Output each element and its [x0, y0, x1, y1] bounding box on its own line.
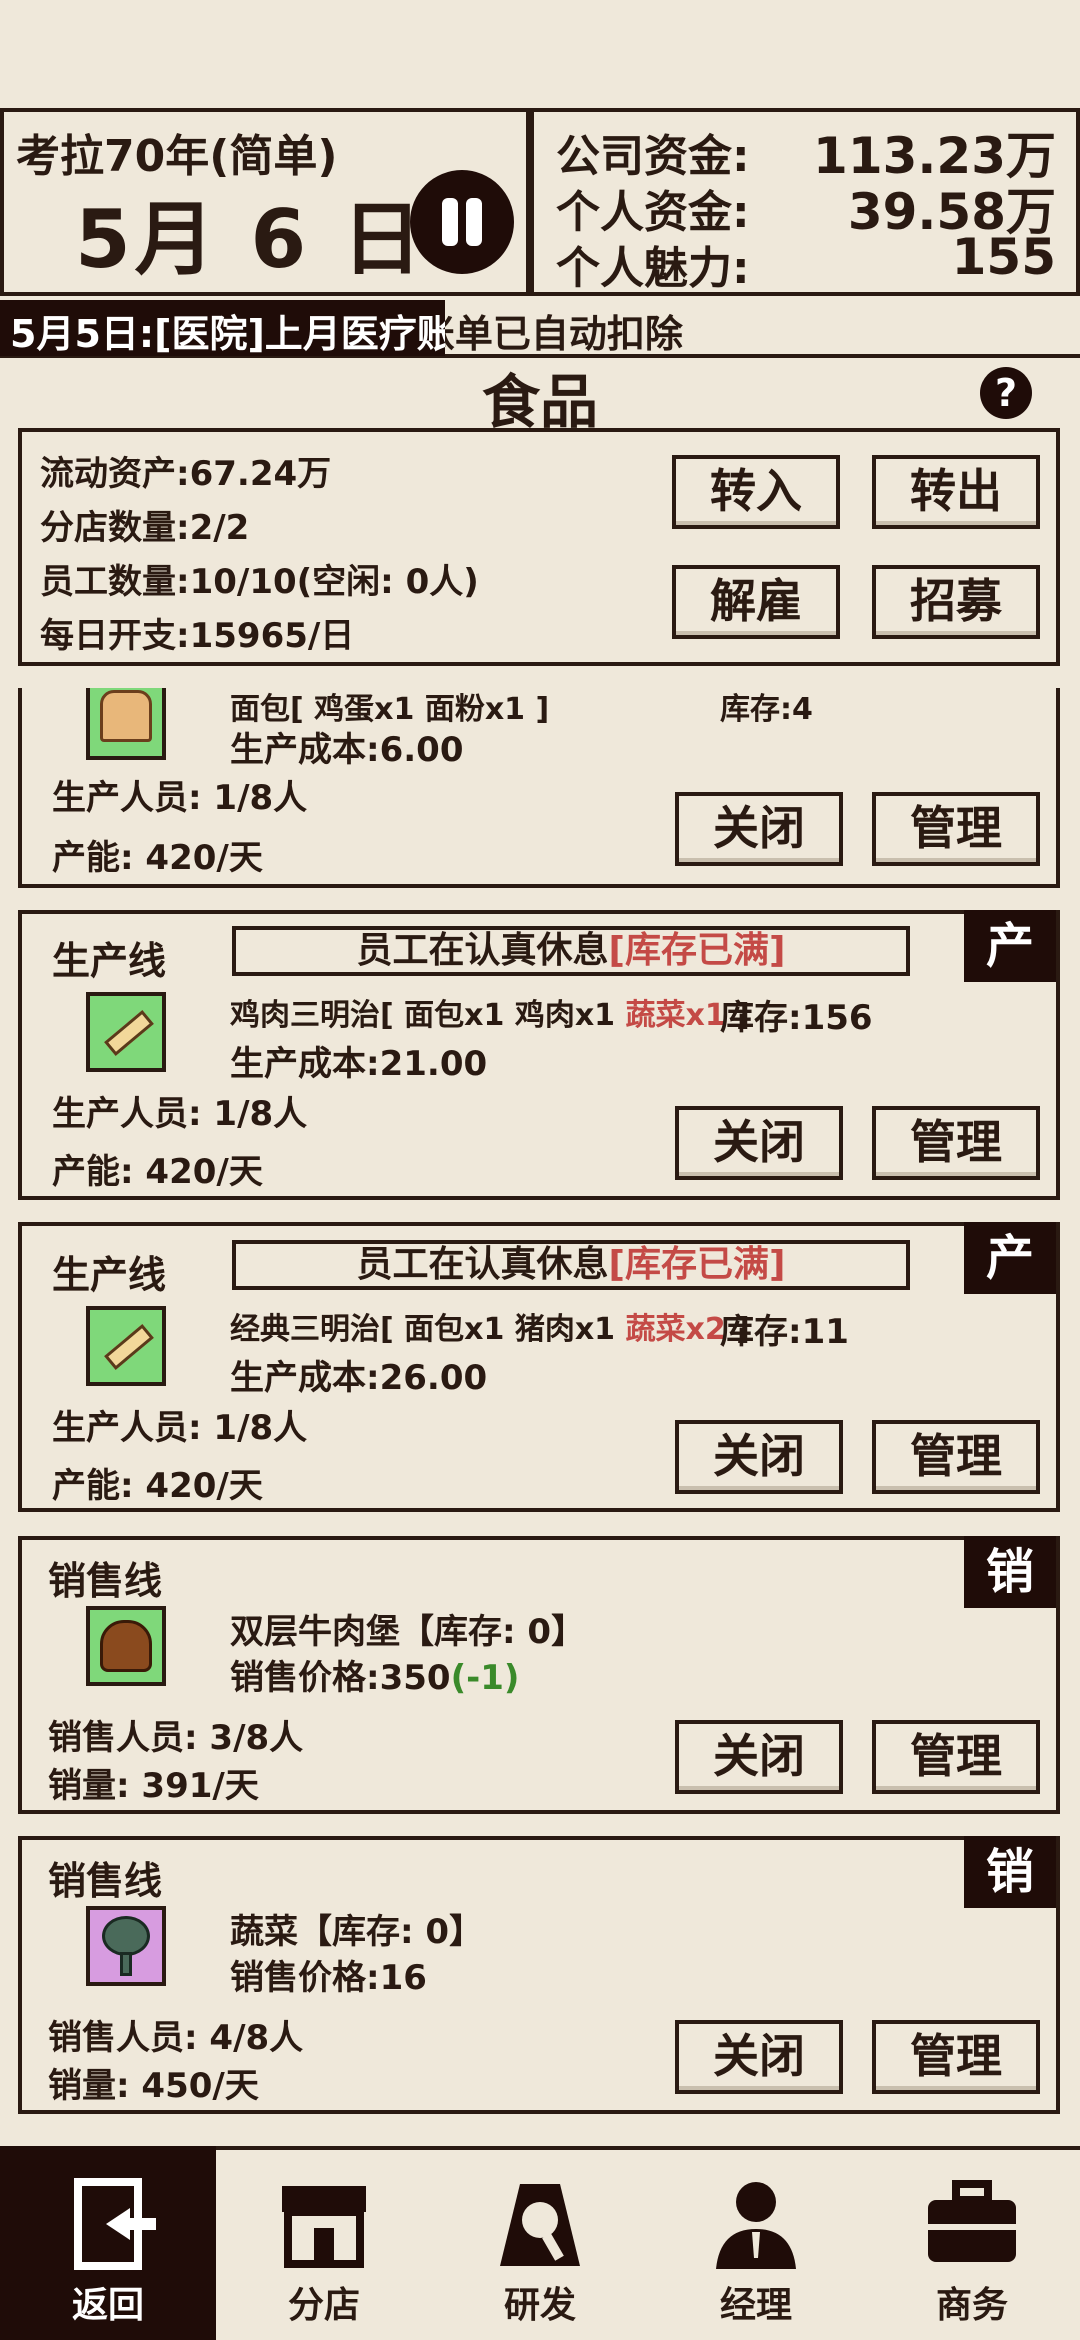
production-staff: 生产人员: 1/8人	[52, 1094, 308, 1134]
manage-button[interactable]: 管理	[872, 2020, 1040, 2094]
production-staff: 生产人员: 1/8人	[52, 778, 308, 818]
sales-volume: 销量: 391/天	[48, 1766, 259, 1806]
production-capacity: 产能: 420/天	[52, 1466, 263, 1506]
pause-icon	[442, 198, 458, 246]
line-status: 员工在认真休息[库存已满]	[232, 926, 910, 976]
recruit-button[interactable]: 招募	[872, 565, 1040, 639]
sales-volume: 销量: 450/天	[48, 2066, 259, 2106]
sale-price: 销售价格:350(-1)	[230, 1658, 520, 1698]
company-funds-label: 公司资金:	[556, 131, 750, 182]
nav-research[interactable]: 研发	[432, 2146, 648, 2340]
bread-icon	[86, 688, 166, 760]
card-title: 销售线	[48, 1559, 163, 1603]
close-button[interactable]: 关闭	[675, 1420, 843, 1494]
nav-back[interactable]: 返回	[0, 2146, 216, 2340]
close-button[interactable]: 关闭	[675, 1720, 843, 1794]
card-title: 销售线	[48, 1859, 163, 1903]
nav-label: 分店	[287, 2285, 360, 2326]
production-capacity: 产能: 420/天	[52, 838, 263, 878]
nav-label: 返回	[71, 2285, 144, 2326]
nav-manager[interactable]: 经理	[648, 2146, 864, 2340]
sales-staff: 销售人员: 3/8人	[48, 1718, 304, 1758]
page-title: 食品	[481, 368, 598, 436]
sales-staff: 销售人员: 4/8人	[48, 2018, 304, 2058]
news-text-overlay: 5月5日:[医院]上月医疗账单已自动扣除	[10, 312, 445, 356]
sandwich-icon	[86, 1306, 166, 1386]
manage-button[interactable]: 管理	[872, 1420, 1040, 1494]
production-tag: 产	[964, 910, 1056, 982]
employee-count: 员工数量:10/10(空闲: 0人)	[40, 562, 479, 602]
nav-branch[interactable]: 分店	[216, 2146, 432, 2340]
recipe-text: 经典三明治[ 面包x1 猪肉x1 蔬菜x2 ]	[230, 1312, 750, 1347]
card-title: 生产线	[52, 939, 167, 983]
pause-button[interactable]	[410, 170, 514, 274]
fire-button[interactable]: 解雇	[672, 565, 840, 639]
help-icon[interactable]: ?	[980, 367, 1032, 419]
research-magnifier-icon	[500, 2184, 580, 2266]
close-button[interactable]: 关闭	[675, 792, 843, 866]
production-cost: 生产成本:6.00	[230, 730, 464, 770]
sales-tag: 销	[964, 1836, 1056, 1908]
nav-label: 研发	[503, 2285, 576, 2326]
charm-label: 个人魅力:	[556, 243, 750, 294]
stock-text: 库存:156	[720, 998, 873, 1038]
production-tag: 产	[964, 1222, 1056, 1294]
back-door-icon	[74, 2178, 156, 2270]
product-name: 蔬菜【库存: 0】	[230, 1912, 484, 1952]
close-button[interactable]: 关闭	[675, 2020, 843, 2094]
stock-text: 库存:4	[720, 692, 813, 727]
broccoli-icon	[86, 1906, 166, 1986]
product-name: 双层牛肉堡【库存: 0】	[230, 1612, 586, 1652]
nav-label: 经理	[719, 2285, 792, 2326]
branch-count: 分店数量:2/2	[40, 508, 250, 548]
burger-icon	[86, 1606, 166, 1686]
line-status: 员工在认真休息[库存已满]	[232, 1240, 910, 1290]
system-status-bar	[0, 0, 1080, 90]
production-capacity: 产能: 420/天	[52, 1152, 263, 1192]
manage-button[interactable]: 管理	[872, 792, 1040, 866]
personal-funds-label: 个人资金:	[556, 187, 750, 238]
daily-cost: 每日开支:15965/日	[40, 616, 355, 656]
charm-value: 155	[951, 228, 1056, 286]
production-cost: 生产成本:21.00	[230, 1044, 488, 1084]
card-title: 生产线	[52, 1253, 167, 1297]
close-button[interactable]: 关闭	[675, 1106, 843, 1180]
sales-tag: 销	[964, 1536, 1056, 1608]
nav-business[interactable]: 商务	[864, 2146, 1080, 2340]
liquid-assets: 流动资产:67.24万	[40, 454, 332, 494]
recipe-text: 鸡肉三明治[ 面包x1 鸡肉x1 蔬菜x1 ]	[230, 998, 750, 1033]
storefront-icon	[282, 2186, 366, 2268]
manage-button[interactable]: 管理	[872, 1106, 1040, 1180]
production-staff: 生产人员: 1/8人	[52, 1408, 308, 1448]
manage-button[interactable]: 管理	[872, 1720, 1040, 1794]
sandwich-icon	[86, 992, 166, 1072]
stock-text: 库存:11	[720, 1312, 849, 1352]
current-date: 5月 6 日	[75, 193, 427, 286]
briefcase-icon	[928, 2180, 1016, 2262]
transfer-in-button[interactable]: 转入	[672, 455, 840, 529]
transfer-out-button[interactable]: 转出	[872, 455, 1040, 529]
sale-price: 销售价格:16	[230, 1958, 427, 1998]
production-cost: 生产成本:26.00	[230, 1358, 488, 1398]
nav-label: 商务	[935, 2285, 1008, 2326]
price-change: (-1)	[450, 1658, 520, 1698]
manager-person-icon	[716, 2182, 796, 2269]
